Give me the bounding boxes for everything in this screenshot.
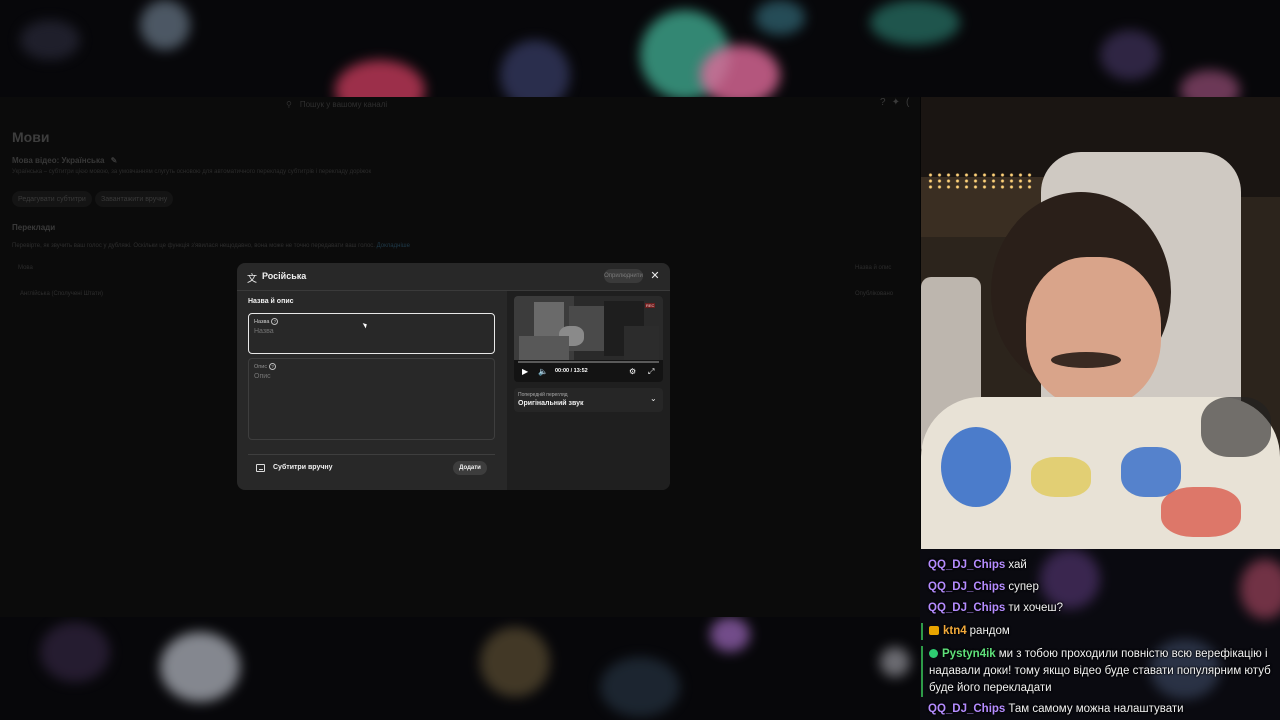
manual-subtitles-label: Субтитри вручну bbox=[273, 464, 333, 471]
publish-button[interactable]: Оприлюднити bbox=[604, 269, 643, 283]
audio-select-label: Попередній перегляд bbox=[518, 392, 568, 398]
translations-heading: Переклади bbox=[12, 223, 56, 232]
progress-bar[interactable] bbox=[518, 361, 659, 363]
chat-username: QQ_DJ_Chips bbox=[928, 581, 1006, 593]
manual-subtitles-row: Субтитри вручну Додати bbox=[248, 461, 495, 477]
title-field[interactable]: Назва ? bbox=[248, 313, 495, 354]
chat-username: Pystyn4ik bbox=[942, 648, 996, 660]
page-title: Мови bbox=[12, 129, 50, 145]
chat-username: QQ_DJ_Chips bbox=[928, 602, 1006, 614]
fullscreen-icon[interactable]: ⤢ bbox=[648, 367, 654, 377]
help-icon[interactable]: ? bbox=[269, 363, 277, 370]
chat-message: QQ_DJ_Chips ти хочеш? bbox=[928, 600, 1278, 617]
learn-more-link[interactable]: Докладніше bbox=[377, 243, 410, 249]
chat-message: ktn4 рандом bbox=[921, 623, 1271, 640]
chat-username: ktn4 bbox=[943, 625, 967, 637]
studio-header-icons: ? ✦ ( bbox=[880, 97, 909, 108]
chat-text: Там самому можна налаштувати bbox=[1008, 703, 1184, 715]
description-field-label: Опис ? bbox=[254, 363, 277, 370]
verified-badge-icon bbox=[929, 649, 938, 658]
bokeh-background-top bbox=[0, 0, 1280, 97]
upload-manually-button[interactable]: Завантажити вручну bbox=[95, 191, 174, 207]
add-subtitles-button[interactable]: Додати bbox=[453, 461, 487, 475]
chat-text: хай bbox=[1008, 559, 1027, 571]
help-icon[interactable]: ? bbox=[271, 318, 279, 325]
crown-badge-icon bbox=[929, 626, 939, 635]
title-field-label: Назва ? bbox=[254, 318, 279, 325]
chat-message: QQ_DJ_Chips хай bbox=[928, 557, 1278, 574]
chat-message: Pystyn4ik ми з тобою проходили повністю в… bbox=[921, 646, 1271, 697]
studio-search-placeholder: Пошук у вашому каналі bbox=[299, 99, 388, 109]
stream-chat: QQ_DJ_Chips хай QQ_DJ_Chips супер QQ_DJ_Ch… bbox=[920, 549, 1280, 720]
play-icon[interactable]: ▶ bbox=[522, 367, 528, 376]
player-controls: ▶ 🔈 00:00 / 13:52 ⚙ ⤢ bbox=[514, 360, 663, 382]
section-title: Назва й опис bbox=[248, 298, 294, 305]
dialog-header: 文 Російська Оприлюднити ✕ bbox=[237, 263, 670, 291]
settings-gear-icon[interactable]: ⚙ bbox=[629, 367, 636, 376]
time-display: 00:00 / 13:52 bbox=[555, 368, 588, 374]
description-input[interactable] bbox=[254, 373, 484, 380]
chat-message: QQ_DJ_Chips Там самому можна налаштувати bbox=[928, 701, 1278, 718]
audio-select-value: Оригінальний звук bbox=[518, 400, 584, 407]
description-field[interactable]: Опис ? bbox=[248, 358, 495, 440]
subtitles-icon bbox=[256, 464, 265, 472]
audio-track-select[interactable]: Попередній перегляд Оригінальний звук ⌄ bbox=[514, 388, 663, 412]
search-icon: ⚲ bbox=[286, 99, 292, 109]
video-player[interactable]: REC ▶ 🔈 00:00 / 13:52 ⚙ ⤢ bbox=[514, 296, 663, 382]
close-icon[interactable]: ✕ bbox=[649, 269, 661, 283]
chat-text: рандом bbox=[969, 625, 1010, 637]
volume-icon[interactable]: 🔈 bbox=[538, 367, 548, 376]
title-input[interactable] bbox=[254, 328, 484, 335]
chat-username: QQ_DJ_Chips bbox=[928, 703, 1006, 715]
translation-row-status: Опубліковано bbox=[855, 291, 894, 297]
moon-icon[interactable]: ( bbox=[906, 97, 909, 108]
studio-search[interactable]: ⚲ Пошук у вашому каналі bbox=[286, 97, 387, 111]
preview-panel: REC ▶ 🔈 00:00 / 13:52 ⚙ ⤢ Попередній пер… bbox=[507, 291, 670, 490]
chevron-down-icon: ⌄ bbox=[650, 394, 657, 403]
divider bbox=[248, 454, 495, 455]
column-language: Мова bbox=[18, 265, 33, 271]
edit-subtitles-button[interactable]: Редагувати субтитри bbox=[12, 191, 92, 207]
pencil-icon[interactable]: ✎ bbox=[111, 156, 118, 165]
rec-badge: REC bbox=[645, 303, 656, 308]
video-language-label: Мова відео: Українська ✎ bbox=[12, 156, 118, 165]
translation-row-language[interactable]: Англійська (Сполучені Штати) bbox=[20, 291, 103, 297]
webcam-feed bbox=[921, 97, 1280, 549]
stream-screen: ⚲ Пошук у вашому каналі ? ✦ ( Мови Мова … bbox=[0, 0, 1280, 720]
chat-text: супер bbox=[1008, 581, 1039, 593]
column-title-description: Назва й опис bbox=[855, 265, 892, 271]
help-icon[interactable]: ? bbox=[880, 97, 886, 108]
chat-username: QQ_DJ_Chips bbox=[928, 559, 1006, 571]
video-language-note: Українська – субтитри цією мовою, за умо… bbox=[12, 169, 372, 175]
translate-icon: 文 bbox=[247, 274, 257, 285]
create-icon[interactable]: ✦ bbox=[892, 97, 900, 108]
translation-dialog: 文 Російська Оприлюднити ✕ Назва й опис Н… bbox=[237, 263, 670, 490]
chat-text: ти хочеш? bbox=[1008, 602, 1063, 614]
dialog-title: Російська bbox=[262, 271, 307, 281]
chat-message: QQ_DJ_Chips супер bbox=[928, 579, 1278, 596]
dialog-form: Назва й опис Назва ? Опис ? Субтит bbox=[237, 291, 507, 490]
translations-note: Перевірте, як звучить ваш голос у дубляж… bbox=[12, 243, 410, 249]
